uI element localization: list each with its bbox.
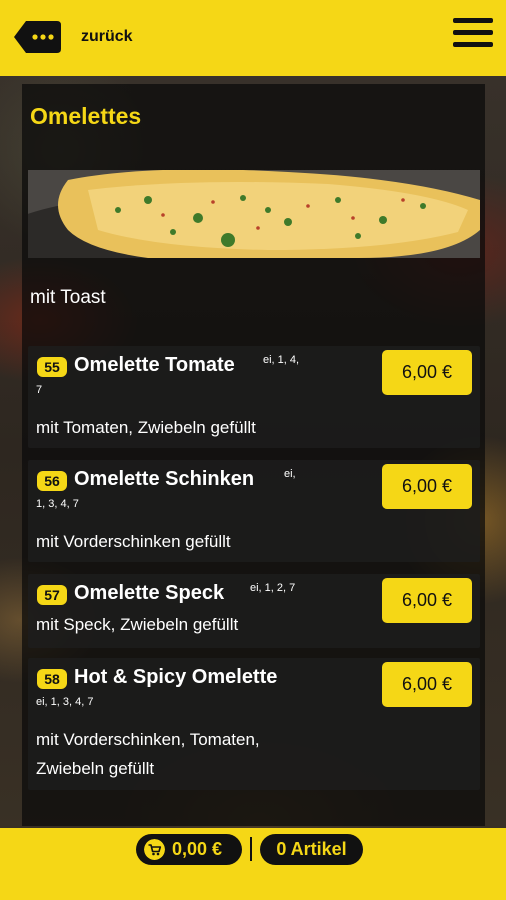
item-allergens: 7 (36, 384, 43, 396)
item-allergens: ei, 1, 4, (263, 354, 300, 366)
menu-item[interactable]: 56 Omelette Schinken ei, 1, 3, 4, 7 mit … (28, 460, 480, 562)
item-number-badge: 57 (37, 585, 67, 605)
section-title: Omelettes (30, 103, 142, 129)
back-button[interactable] (14, 21, 61, 53)
divider (250, 837, 252, 861)
item-number-badge: 58 (37, 669, 67, 689)
back-arrow-dots-icon (14, 21, 61, 53)
hamburger-menu-icon[interactable] (453, 18, 493, 54)
cart-total: 0,00 € (172, 839, 223, 859)
menu-item[interactable]: 55 Omelette Tomate ei, 1, 4, 7 mit Tomat… (28, 346, 480, 448)
cart-items-count-button[interactable]: 0 Artikel (260, 834, 363, 865)
menu-item[interactable]: 57 Omelette Speck ei, 1, 2, 7 mit Speck,… (28, 574, 480, 648)
item-allergens: ei, (284, 468, 296, 480)
item-description: mit Vorderschinken gefüllt (36, 532, 231, 551)
item-allergens: ei, 1, 3, 4, 7 (36, 696, 94, 708)
omelette-photo (28, 170, 480, 258)
top-bar: zurück (0, 0, 506, 76)
item-allergens: ei, 1, 2, 7 (250, 582, 296, 594)
item-allergens: 1, 3, 4, 7 (36, 498, 79, 510)
shopping-cart-icon (144, 839, 165, 860)
item-number-badge: 55 (37, 357, 67, 377)
add-to-cart-price-button[interactable]: 6,00 € (382, 464, 472, 509)
item-description: mit Speck, Zwiebeln gefüllt (36, 615, 239, 634)
menu-panel: Omelettes mit Toast 55 Omelette Tomate e… (22, 84, 485, 826)
item-name: Omelette Schinken (74, 468, 255, 490)
item-description: Zwiebeln gefüllt (36, 759, 155, 778)
item-description: mit Tomaten, Zwiebeln gefüllt (36, 418, 256, 437)
item-name: Hot & Spicy Omelette (74, 666, 278, 688)
add-to-cart-price-button[interactable]: 6,00 € (382, 662, 472, 707)
add-to-cart-price-button[interactable]: 6,00 € (382, 350, 472, 395)
section-subtitle: mit Toast (30, 287, 106, 308)
back-label[interactable]: zurück (81, 28, 133, 46)
menu-item[interactable]: 58 Hot & Spicy Omelette ei, 1, 3, 4, 7 m… (28, 658, 480, 790)
item-number-badge: 56 (37, 471, 67, 491)
bottom-cart-bar: 0,00 € 0 Artikel (0, 828, 506, 900)
add-to-cart-price-button[interactable]: 6,00 € (382, 578, 472, 623)
item-description: mit Vorderschinken, Tomaten, (36, 730, 260, 749)
item-name: Omelette Speck (74, 582, 225, 604)
cart-total-button[interactable]: 0,00 € (136, 834, 242, 865)
item-name: Omelette Tomate (74, 354, 235, 376)
